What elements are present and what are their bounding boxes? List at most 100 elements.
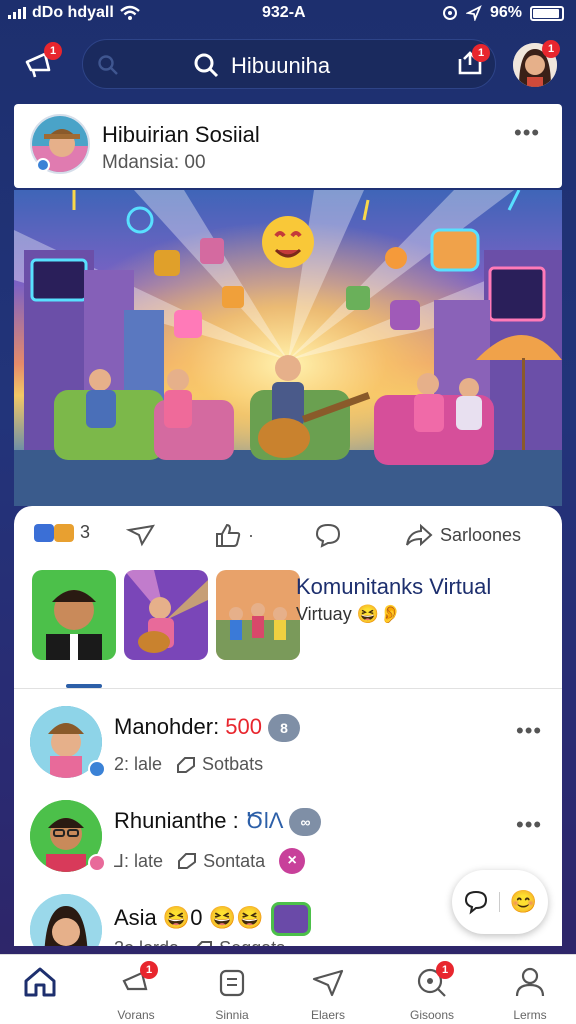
- comment-name: Rhunianthe : ԾƖΛ ∞: [114, 808, 322, 837]
- comment-name: Manohder: 500 8: [114, 714, 301, 743]
- profile-badge: 1: [542, 40, 560, 58]
- comment-name-text: Rhunianthe :: [114, 808, 245, 833]
- nav-elaers[interactable]: Elaers: [288, 965, 368, 1022]
- related-thumb-1-image: [32, 570, 116, 660]
- reaction-summary[interactable]: 3: [34, 522, 90, 543]
- comment-avatar[interactable]: [30, 894, 102, 946]
- tag-icon: [177, 756, 196, 773]
- like-button[interactable]: ·: [214, 522, 254, 548]
- post-more-button[interactable]: •••: [514, 120, 540, 146]
- verified-icon: [36, 158, 50, 172]
- related-subtitle: Virtuay 😆👂: [296, 604, 402, 624]
- nav-vorans[interactable]: 1 Vorans: [96, 961, 176, 1022]
- pin-button[interactable]: [126, 522, 156, 548]
- comment-button[interactable]: [314, 522, 342, 548]
- inbox-badge: 1: [472, 44, 490, 62]
- nav-gisoons-label: Gisoons: [409, 1008, 455, 1022]
- action-row: 3 · Sarloones: [14, 506, 562, 562]
- status-left: dDo hdyall: [8, 4, 140, 22]
- related-thumb-2[interactable]: [124, 570, 208, 660]
- comment-meta: ⅃: late Sontata ×: [114, 848, 306, 874]
- pin-icon: [126, 524, 155, 547]
- comment-icon: [315, 523, 341, 548]
- notifications-badge: 1: [44, 42, 62, 60]
- section-divider: [14, 688, 562, 689]
- related-thumb-3[interactable]: [216, 570, 300, 660]
- clock-text: 932-A: [262, 4, 306, 21]
- nav-sinnia[interactable]: Sinnia: [192, 965, 272, 1022]
- comment-shares: Seggats: [219, 938, 285, 946]
- comment-more-button[interactable]: •••: [516, 718, 542, 744]
- status-bar: dDo hdyall 932-A 96%: [0, 0, 576, 30]
- reaction-count: 3: [80, 522, 91, 542]
- nav-vorans-label: Vorans: [117, 1008, 155, 1022]
- related-thumb-3-image: [216, 570, 300, 660]
- comment-name-text: Manohder:: [114, 714, 226, 739]
- profile-button[interactable]: 1: [512, 40, 560, 88]
- send-icon: [310, 965, 346, 999]
- floating-chat-emoji: 😊: [509, 889, 538, 914]
- notifications-button[interactable]: 1: [18, 42, 62, 84]
- share-label: Sarloones: [440, 524, 522, 545]
- home-icon: [22, 965, 58, 999]
- nav-gisoons[interactable]: 1 Gisoons: [392, 961, 472, 1022]
- status-right: 96%: [442, 4, 564, 22]
- related-thumb-2-image: [124, 570, 208, 660]
- comment-share[interactable]: Sotbats: [176, 754, 263, 775]
- location-arrow-icon: [465, 5, 482, 21]
- explore-icon: 1: [414, 961, 454, 999]
- nav-gisoons-badge: 1: [436, 961, 454, 979]
- comment-likes[interactable]: 2: lale: [114, 754, 162, 775]
- wifi-icon: [119, 5, 140, 20]
- nav-home[interactable]: [0, 965, 80, 1008]
- comment-shares: Sontata: [203, 850, 266, 871]
- inbox-button[interactable]: 1: [450, 44, 490, 84]
- search-text: Hibuuniha: [231, 53, 331, 78]
- bag-icon: [214, 965, 250, 999]
- post-author-name[interactable]: Hibuirian Sosiial: [102, 122, 260, 148]
- chat-bubble-icon: 8: [268, 714, 301, 743]
- comment-more-button[interactable]: •••: [516, 812, 542, 838]
- close-reaction-icon[interactable]: ×: [279, 848, 306, 874]
- megaphone-icon: 1: [118, 961, 158, 999]
- nav-lerms-label: Lerms: [513, 1008, 547, 1022]
- nav-lerms[interactable]: Lerms: [490, 965, 570, 1022]
- nav-vorans-badge: 1: [140, 961, 158, 979]
- comment-likes[interactable]: ⅃: late: [114, 851, 163, 872]
- tag-icon: [178, 853, 197, 869]
- post-image[interactable]: [14, 190, 562, 506]
- comment-share[interactable]: Seggats: [193, 938, 285, 946]
- game-sticker-icon: [271, 902, 312, 936]
- battery-percent: 96%: [489, 4, 522, 21]
- nav-sinnia-label: Sinnia: [215, 1008, 249, 1022]
- bottom-nav: 1 Vorans Sinnia Elaers 1 Gisoons Lerms: [0, 954, 576, 1024]
- post-image-illustration: [14, 190, 562, 506]
- comment-meta: 2o lorda Seggats: [114, 938, 285, 946]
- thumbs-up-icon: [216, 523, 241, 547]
- related-title[interactable]: Komunitanks Virtual: [296, 574, 491, 600]
- comment-name-accent: ԾƖΛ: [244, 808, 284, 833]
- signal-icon: [8, 7, 26, 19]
- comment-name: Asia 😆0 😆😆: [114, 902, 312, 936]
- comment-shares: Sotbats: [202, 754, 264, 774]
- search-icon: [194, 53, 219, 78]
- share-arrow-icon: [406, 523, 433, 547]
- person-icon: [512, 965, 548, 999]
- related-row: Komunitanks Virtual Virtuay 😆👂: [32, 570, 552, 662]
- comment-name-text: Asia 😆0 😆😆: [114, 904, 264, 930]
- post-header: Hibuirian Sosiial Mdansia: 00 •••: [14, 104, 562, 188]
- comment-share[interactable]: Sontata: [177, 851, 265, 872]
- alarm-icon: [442, 6, 457, 20]
- post-meta: Mdansia: 00: [102, 152, 206, 173]
- chat-bubble-icon: ∞: [289, 808, 322, 837]
- top-bar: 1 Hibuuniha 1 1: [0, 30, 576, 100]
- tag-icon: [196, 940, 213, 946]
- search-bar[interactable]: Hibuuniha: [82, 39, 496, 89]
- floating-chat-divider: [498, 892, 500, 912]
- comment-item[interactable]: Manohder: 500 8 2: lale Sotbats •••: [14, 706, 562, 796]
- battery-icon: [530, 5, 564, 21]
- related-thumb-1[interactable]: [32, 570, 116, 660]
- comment-likes[interactable]: 2o lorda: [114, 938, 179, 946]
- floating-chat-button[interactable]: 😊: [452, 870, 548, 934]
- share-button[interactable]: Sarloones: [404, 522, 521, 548]
